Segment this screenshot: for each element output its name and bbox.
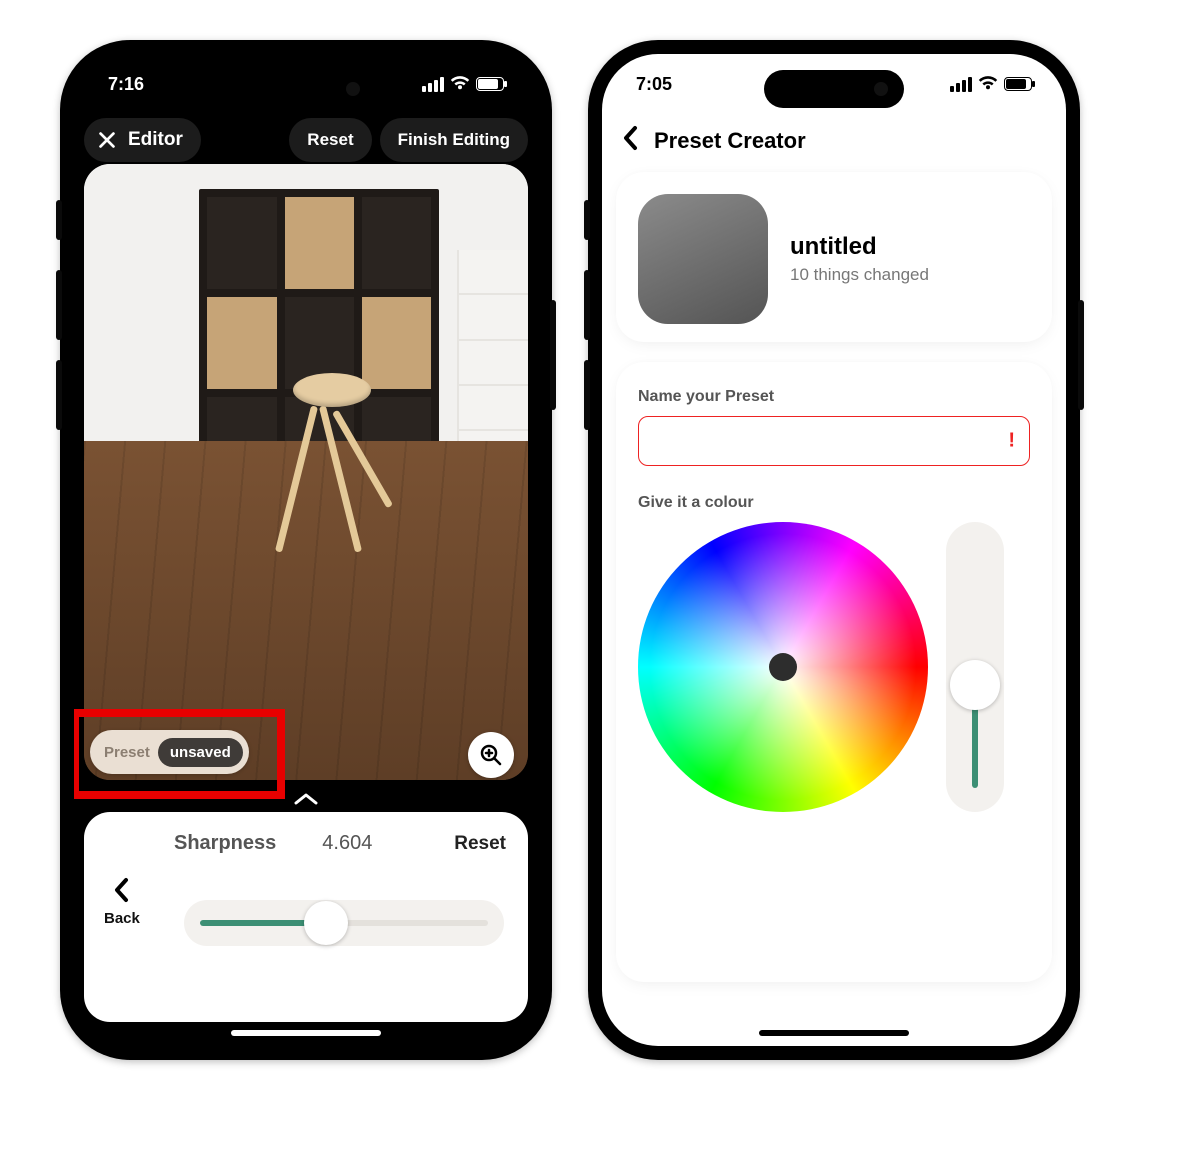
param-name: Sharpness [174,832,276,855]
dynamic-island [764,70,904,108]
preset-name: untitled [790,233,929,261]
error-icon: ! [1008,430,1015,453]
editor-title: Editor [128,129,183,151]
battery-icon [476,77,504,91]
cellular-icon [422,77,444,92]
battery-icon [1004,77,1032,91]
preset-subtitle: 10 things changed [790,265,929,285]
preset-chip[interactable]: Preset unsaved [90,730,249,774]
home-indicator[interactable] [231,1030,381,1036]
param-reset-button[interactable]: Reset [454,833,506,855]
screen-preset-creator: 7:05 Preset Creator untitled 10 things c… [602,54,1066,1046]
page-title: Preset Creator [654,128,806,154]
panel-back-button[interactable]: Back [104,876,140,927]
wifi-icon [978,74,998,95]
brightness-slider[interactable] [946,522,1004,812]
preset-creator-header: Preset Creator [622,118,1046,164]
preview-image[interactable] [84,164,528,780]
name-field-label: Name your Preset [638,388,1030,406]
back-button[interactable] [622,125,640,158]
phone-frame-preset-creator: 7:05 Preset Creator untitled 10 things c… [588,40,1080,1060]
colour-wheel-cursor[interactable] [769,653,797,681]
panel-expand-handle[interactable] [293,787,319,813]
chevron-left-icon [622,125,640,151]
slider-thumb[interactable] [950,660,1000,710]
colour-wheel[interactable] [638,522,928,812]
preset-form-card: Name your Preset ! Give it a colour [616,362,1052,982]
zoom-button[interactable] [468,732,514,778]
editor-header: Editor Reset Finish Editing [84,116,528,164]
dynamic-island [236,70,376,108]
magnify-plus-icon [479,743,503,767]
close-icon [96,129,118,151]
chevron-left-icon [104,876,140,910]
finish-editing-button[interactable]: Finish Editing [380,118,528,162]
sharpness-slider[interactable] [184,900,504,946]
adjustment-panel: Sharpness 4.604 Reset Back [84,812,528,1022]
slider-thumb[interactable] [304,901,348,945]
status-time: 7:16 [108,74,144,95]
home-indicator[interactable] [759,1030,909,1036]
colour-field-label: Give it a colour [638,494,1030,512]
preset-summary-card: untitled 10 things changed [616,172,1052,342]
preset-swatch [638,194,768,324]
close-editor-button[interactable]: Editor [84,118,201,162]
preset-name-input[interactable]: ! [638,416,1030,466]
reset-button[interactable]: Reset [289,118,371,162]
preset-chip-status: unsaved [158,738,243,767]
phone-frame-editor: 7:16 Editor Reset Finish Editing [60,40,552,1060]
chevron-up-icon [293,791,319,807]
wifi-icon [450,74,470,95]
status-time: 7:05 [636,74,672,95]
cellular-icon [950,77,972,92]
screen-editor: 7:16 Editor Reset Finish Editing [74,54,538,1046]
preset-chip-label: Preset [104,744,150,761]
param-value: 4.604 [322,832,372,855]
